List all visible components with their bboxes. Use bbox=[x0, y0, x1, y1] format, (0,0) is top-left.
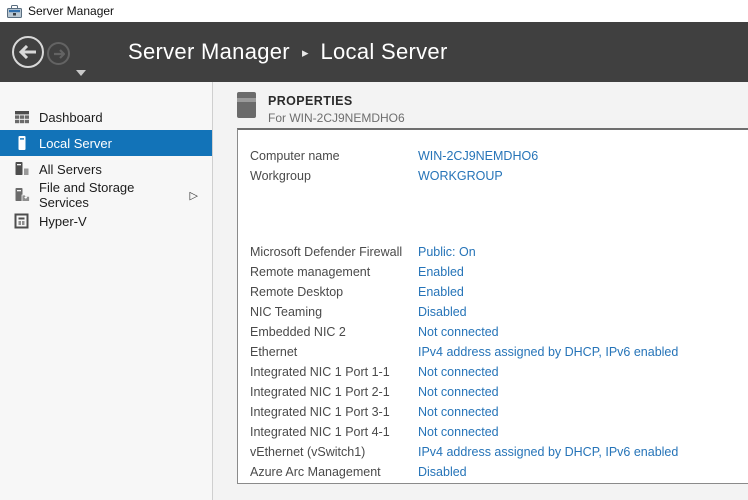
properties-panel: Computer name WIN-2CJ9NEMDHO6 Workgroup … bbox=[237, 128, 748, 484]
properties-header: PROPERTIES For WIN-2CJ9NEMDHO6 bbox=[237, 92, 405, 125]
property-row-computer-name: Computer name WIN-2CJ9NEMDHO6 bbox=[250, 146, 748, 166]
property-row-embedded-nic-2: Embedded NIC 2 Not connected bbox=[250, 322, 748, 342]
sidebar-item-label: Dashboard bbox=[39, 110, 103, 125]
property-value-link[interactable]: IPv4 address assigned by DHCP, IPv6 enab… bbox=[418, 345, 678, 359]
property-row-workgroup: Workgroup WORKGROUP bbox=[250, 166, 748, 186]
property-label: Azure Arc Management bbox=[250, 465, 418, 479]
property-value-link[interactable]: Disabled bbox=[418, 465, 467, 479]
window-titlebar: Server Manager bbox=[0, 0, 748, 22]
sidebar: Dashboard Local Server All Servers bbox=[0, 82, 213, 500]
property-label: NIC Teaming bbox=[250, 305, 418, 319]
property-row-integrated-nic-3-1: Integrated NIC 1 Port 3-1 Not connected bbox=[250, 402, 748, 422]
back-arrow-icon bbox=[19, 45, 37, 59]
server-icon bbox=[14, 135, 30, 151]
sidebar-item-label: All Servers bbox=[39, 162, 102, 177]
server-manager-app-icon bbox=[7, 5, 22, 18]
property-value-link[interactable]: Not connected bbox=[418, 425, 499, 439]
property-value-link[interactable]: WORKGROUP bbox=[418, 169, 503, 183]
sidebar-item-hyper-v[interactable]: Hyper-V bbox=[0, 208, 212, 234]
property-label: Integrated NIC 1 Port 2-1 bbox=[250, 385, 418, 399]
property-row-vethernet: vEthernet (vSwitch1) IPv4 address assign… bbox=[250, 442, 748, 462]
property-value-link[interactable]: Not connected bbox=[418, 385, 499, 399]
sidebar-item-file-storage-services[interactable]: File and Storage Services ▷ bbox=[0, 182, 212, 208]
forward-button-disabled bbox=[47, 42, 70, 65]
property-label: Remote management bbox=[250, 265, 418, 279]
sidebar-item-dashboard[interactable]: Dashboard bbox=[0, 104, 212, 130]
property-label: Integrated NIC 1 Port 3-1 bbox=[250, 405, 418, 419]
property-row-integrated-nic-2-1: Integrated NIC 1 Port 2-1 Not connected bbox=[250, 382, 748, 402]
window-title: Server Manager bbox=[28, 4, 114, 18]
history-dropdown-caret[interactable] bbox=[76, 70, 86, 76]
property-group-gap bbox=[250, 186, 748, 242]
breadcrumb-root[interactable]: Server Manager bbox=[128, 39, 290, 65]
property-label: Remote Desktop bbox=[250, 285, 418, 299]
breadcrumb-separator-icon: ▸ bbox=[302, 43, 309, 61]
property-row-remote-desktop: Remote Desktop Enabled bbox=[250, 282, 748, 302]
property-label: Integrated NIC 1 Port 4-1 bbox=[250, 425, 418, 439]
sidebar-item-label: Local Server bbox=[39, 136, 112, 151]
navigation-bar: Server Manager ▸ Local Server bbox=[0, 22, 748, 82]
property-value-link[interactable]: WIN-2CJ9NEMDHO6 bbox=[418, 149, 538, 163]
property-value-link[interactable]: Public: On bbox=[418, 245, 476, 259]
properties-subtitle: For WIN-2CJ9NEMDHO6 bbox=[268, 111, 405, 125]
dashboard-icon bbox=[14, 109, 30, 125]
property-value-link[interactable]: Not connected bbox=[418, 325, 499, 339]
property-label: vEthernet (vSwitch1) bbox=[250, 445, 418, 459]
breadcrumb-current[interactable]: Local Server bbox=[320, 39, 447, 65]
property-value-link[interactable]: Not connected bbox=[418, 405, 499, 419]
sidebar-item-label: File and Storage Services bbox=[39, 180, 172, 210]
all-servers-icon bbox=[14, 161, 30, 177]
property-row-remote-management: Remote management Enabled bbox=[250, 262, 748, 282]
property-label: Computer name bbox=[250, 149, 418, 163]
property-row-azure-arc: Azure Arc Management Disabled bbox=[250, 462, 748, 482]
property-label: Integrated NIC 1 Port 1-1 bbox=[250, 365, 418, 379]
submenu-expand-icon[interactable]: ▷ bbox=[190, 189, 198, 202]
hyper-v-icon bbox=[14, 213, 30, 229]
property-row-nic-teaming: NIC Teaming Disabled bbox=[250, 302, 748, 322]
property-label: Microsoft Defender Firewall bbox=[250, 245, 418, 259]
property-row-ethernet: Ethernet IPv4 address assigned by DHCP, … bbox=[250, 342, 748, 362]
property-value-link[interactable]: IPv4 address assigned by DHCP, IPv6 enab… bbox=[418, 445, 678, 459]
sidebar-item-all-servers[interactable]: All Servers bbox=[0, 156, 212, 182]
property-label: Ethernet bbox=[250, 345, 418, 359]
property-label: Workgroup bbox=[250, 169, 418, 183]
property-row-integrated-nic-4-1: Integrated NIC 1 Port 4-1 Not connected bbox=[250, 422, 748, 442]
sidebar-item-local-server[interactable]: Local Server bbox=[0, 130, 212, 156]
property-label: Embedded NIC 2 bbox=[250, 325, 418, 339]
forward-arrow-icon bbox=[53, 49, 65, 59]
property-value-link[interactable]: Enabled bbox=[418, 285, 464, 299]
properties-title: PROPERTIES bbox=[268, 92, 405, 108]
property-value-link[interactable]: Disabled bbox=[418, 305, 467, 319]
back-button[interactable] bbox=[12, 36, 44, 68]
property-row-integrated-nic-1-1: Integrated NIC 1 Port 1-1 Not connected bbox=[250, 362, 748, 382]
main-pane: PROPERTIES For WIN-2CJ9NEMDHO6 Computer … bbox=[213, 82, 748, 500]
property-value-link[interactable]: Not connected bbox=[418, 365, 499, 379]
properties-tile-icon bbox=[237, 92, 256, 118]
property-row-firewall: Microsoft Defender Firewall Public: On bbox=[250, 242, 748, 262]
sidebar-item-label: Hyper-V bbox=[39, 214, 87, 229]
file-storage-icon bbox=[14, 187, 30, 203]
breadcrumb: Server Manager ▸ Local Server bbox=[128, 22, 448, 82]
property-value-link[interactable]: Enabled bbox=[418, 265, 464, 279]
